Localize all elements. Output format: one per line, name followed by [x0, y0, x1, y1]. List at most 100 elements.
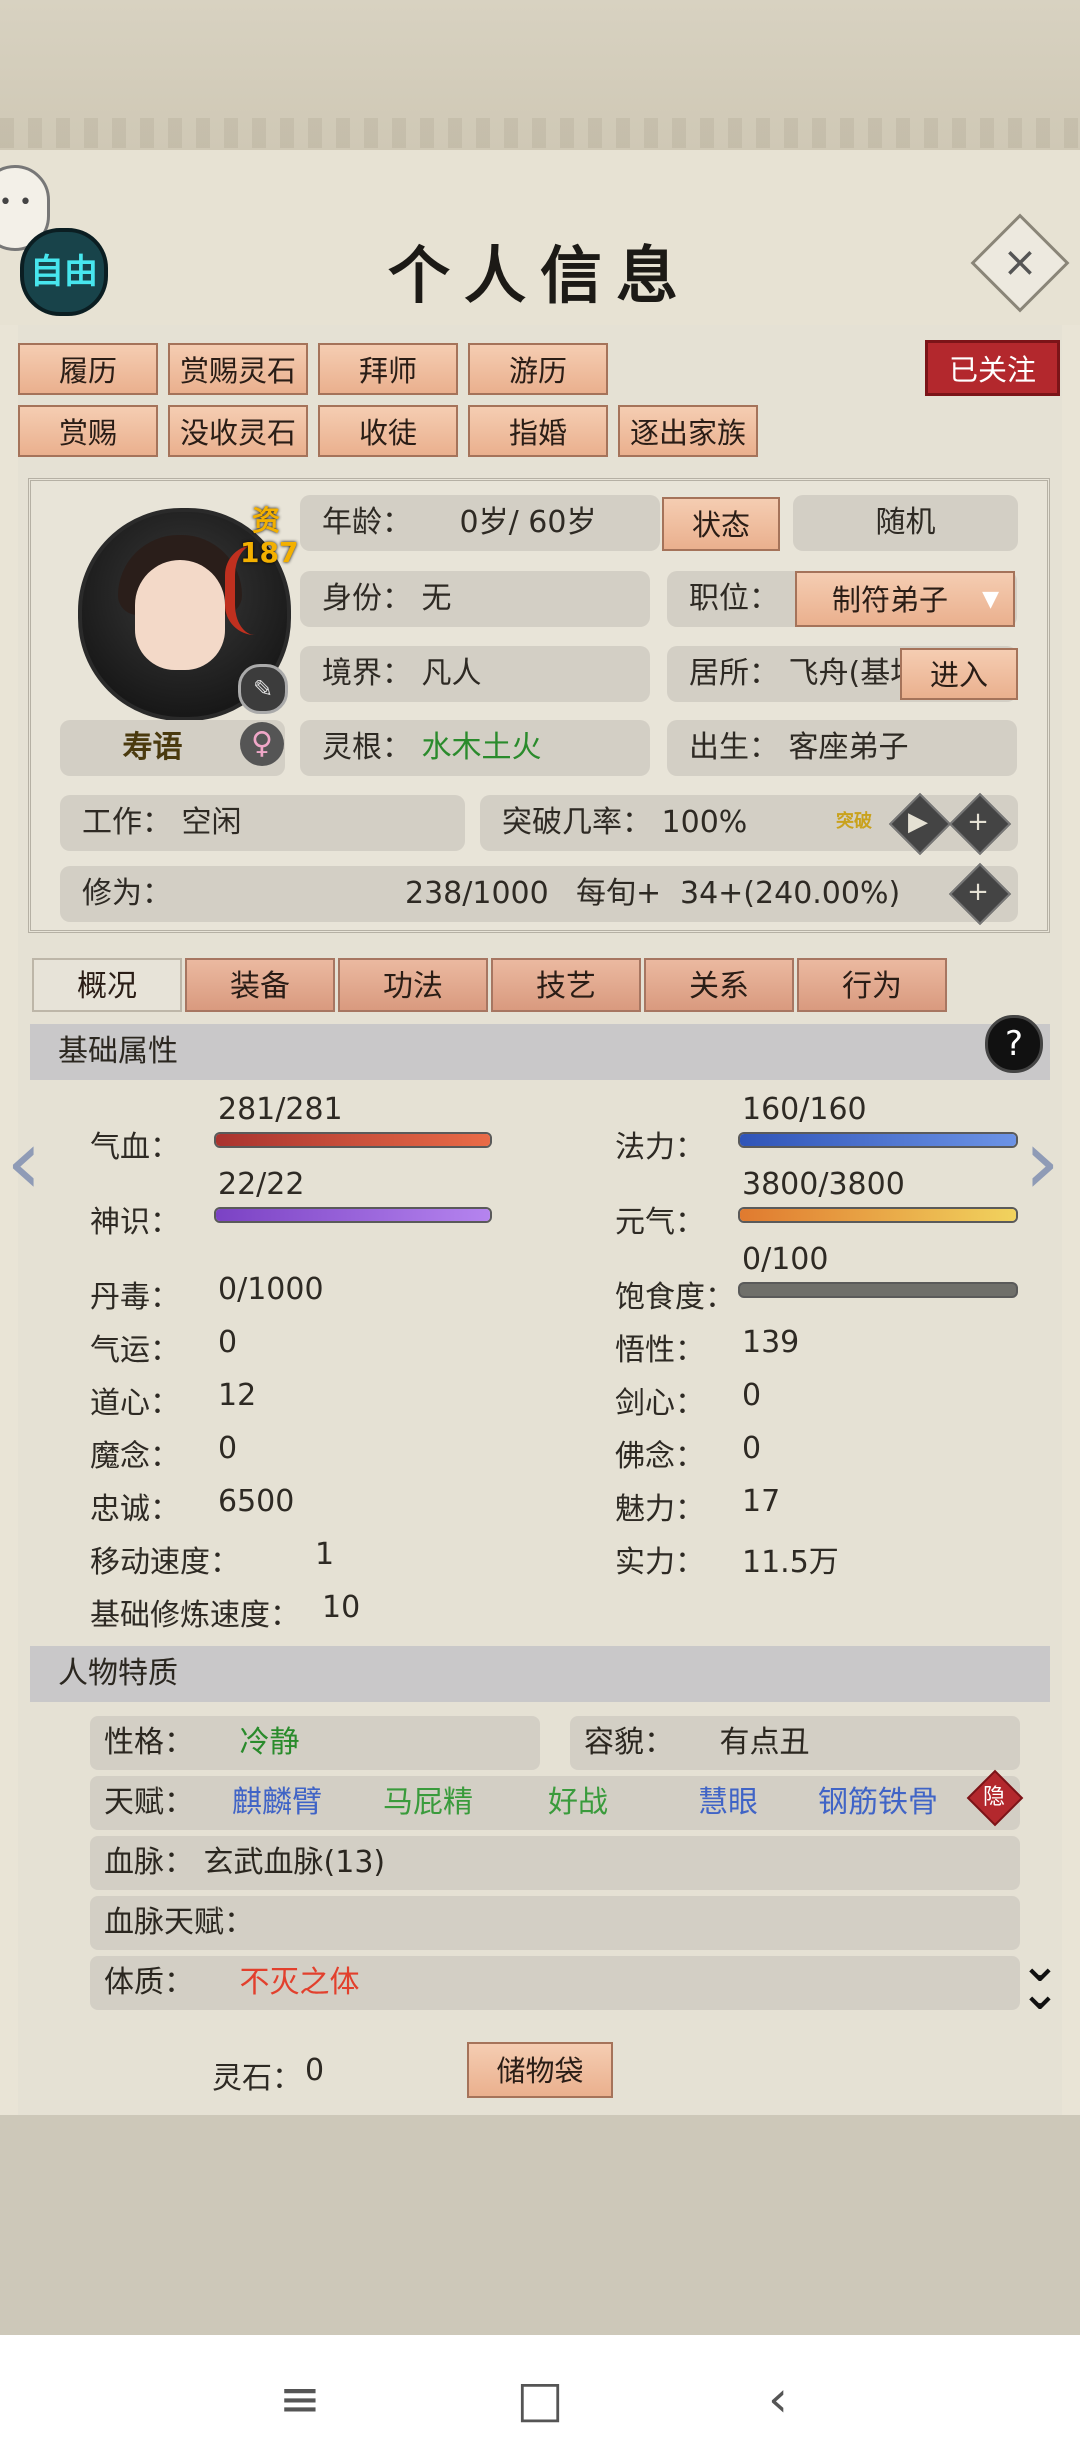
bloodline-talent-row: 血脉天赋：: [90, 1896, 1020, 1950]
sense-value: 22/22: [218, 1167, 305, 1202]
confiscate-stones-button[interactable]: 没收灵石: [168, 405, 308, 457]
status-button[interactable]: 状态: [662, 497, 780, 551]
breakthrough-value: 100%: [661, 805, 748, 840]
comprehension-value: 139: [742, 1325, 800, 1360]
prev-arrow-icon[interactable]: ‹: [6, 1110, 42, 1215]
per-turn-value: 34+(240.00%): [680, 876, 901, 911]
dao-heart-value: 12: [218, 1378, 257, 1413]
talent-steel-bones[interactable]: 钢筋铁骨: [818, 1776, 938, 1830]
buddha-thought-label: 佛念：: [615, 1439, 705, 1474]
birth-field: 出生： 客座弟子: [667, 720, 1017, 776]
pill-toxin-label: 丹毒：: [90, 1280, 180, 1315]
sense-bar-fill: [216, 1209, 490, 1221]
scroll-down-icon[interactable]: ⌄ ⌄: [1010, 1939, 1070, 2017]
looks-value: 有点丑: [719, 1725, 810, 1760]
position-select[interactable]: 制符弟子 ▼: [795, 571, 1015, 627]
spirit-root-field: 灵根： 水木土火: [300, 720, 650, 776]
traits-header: 人物特质: [30, 1646, 1050, 1702]
qi-label: 元气：: [615, 1205, 705, 1240]
enter-button[interactable]: 进入: [900, 648, 1018, 700]
position-value: 制符弟子: [831, 583, 948, 617]
spirit-stone-label: 灵石：: [212, 2061, 302, 2096]
reward-button[interactable]: 赏赐: [18, 405, 158, 457]
talent-keen-eye[interactable]: 慧眼: [698, 1776, 758, 1830]
realm-field: 境界： 凡人: [300, 646, 650, 702]
take-master-button[interactable]: 拜师: [318, 343, 458, 395]
birth-value: 客座弟子: [788, 730, 909, 765]
aptitude-label: 资: [251, 504, 280, 537]
tab-skills[interactable]: 技艺: [491, 958, 641, 1012]
sword-heart-value: 0: [742, 1378, 762, 1413]
talent-flatterer[interactable]: 马屁精: [383, 1776, 473, 1830]
demon-thought-label: 魔念：: [90, 1439, 180, 1474]
satiety-label: 饱食度：: [615, 1280, 735, 1315]
physique-row: 体质： 不灭之体: [90, 1956, 1020, 2010]
aptitude-indicator: 资 187: [240, 504, 298, 569]
base-cultivation-speed-value: 10: [322, 1590, 361, 1625]
personality-value: 冷静: [239, 1725, 300, 1760]
looks-label: 容貌：: [584, 1725, 674, 1760]
hp-label: 气血：: [90, 1130, 180, 1165]
comprehension-label: 悟性：: [615, 1333, 705, 1368]
sense-bar: [214, 1207, 492, 1223]
talent-qilin-arm[interactable]: 麒麟臂: [232, 1776, 322, 1830]
next-arrow-icon[interactable]: ›: [1024, 1110, 1060, 1215]
history-button[interactable]: 履历: [18, 343, 158, 395]
hp-bar-fill: [216, 1134, 490, 1146]
move-speed-value: 1: [315, 1537, 335, 1572]
hidden-badge-label[interactable]: 隐: [972, 1776, 1016, 1820]
top-decoration: [0, 0, 1080, 152]
expel-from-family-button[interactable]: 逐出家族: [618, 405, 758, 457]
page-title: 个人信息: [387, 239, 692, 312]
tab-relations[interactable]: 关系: [644, 958, 794, 1012]
home-icon[interactable]: □: [500, 2370, 580, 2428]
tab-behavior[interactable]: 行为: [797, 958, 947, 1012]
back-icon[interactable]: ‹: [738, 2370, 818, 2428]
charm-value: 17: [742, 1484, 781, 1519]
close-icon[interactable]: ×: [990, 232, 1050, 292]
realm-value: 凡人: [421, 656, 482, 691]
pen-icon[interactable]: ✎: [238, 664, 288, 714]
work-label: 工作：: [82, 805, 172, 840]
random-button[interactable]: 随机: [793, 495, 1018, 551]
age-field: 年龄： 0岁/ 60岁: [300, 495, 660, 551]
travel-button[interactable]: 游历: [468, 343, 608, 395]
plus-icon[interactable]: +: [956, 800, 1000, 844]
cultivation-plus-icon[interactable]: +: [956, 870, 1000, 914]
lifespan-label: 寿语: [122, 730, 183, 765]
loyalty-value: 6500: [218, 1484, 295, 1519]
qi-bar: [738, 1207, 1018, 1223]
spirit-root-value: 水木土火: [421, 730, 542, 765]
residence-label: 居所：: [689, 656, 779, 691]
looks-row: 容貌： 有点丑: [570, 1716, 1020, 1770]
demon-thought-value: 0: [218, 1431, 238, 1466]
hp-value: 281/281: [218, 1092, 343, 1127]
spirit-stone-value: 0: [305, 2053, 325, 2088]
help-icon[interactable]: ?: [985, 1015, 1043, 1073]
tab-overview[interactable]: 概况: [32, 958, 182, 1012]
menu-icon[interactable]: ≡: [260, 2370, 340, 2428]
luck-value: 0: [218, 1325, 238, 1360]
breakthrough-icon[interactable]: 突破: [828, 794, 880, 850]
birth-label: 出生：: [689, 730, 779, 765]
talent-warlike[interactable]: 好战: [548, 1776, 608, 1830]
loyalty-label: 忠诚：: [90, 1492, 180, 1527]
take-disciple-button[interactable]: 收徒: [318, 405, 458, 457]
follow-button[interactable]: 已关注: [925, 340, 1060, 396]
mana-bar: [738, 1132, 1018, 1148]
charm-label: 魅力：: [615, 1492, 705, 1527]
reward-stones-button[interactable]: 赏赐灵石: [168, 343, 308, 395]
bloodline-label: 血脉：: [104, 1845, 194, 1880]
per-turn-label: 每旬+: [576, 876, 662, 911]
qi-value: 3800/3800: [742, 1167, 905, 1202]
tab-equipment[interactable]: 装备: [185, 958, 335, 1012]
tab-techniques[interactable]: 功法: [338, 958, 488, 1012]
move-speed-label: 移动速度：: [90, 1545, 240, 1580]
cultivation-label: 修为：: [82, 876, 172, 911]
physique-label: 体质：: [104, 1965, 194, 2000]
play-icon[interactable]: ▶: [896, 800, 940, 844]
arrange-marriage-button[interactable]: 指婚: [468, 405, 608, 457]
chevron-down-icon: ▼: [982, 587, 999, 612]
storage-bag-button[interactable]: 储物袋: [467, 2042, 613, 2098]
basic-attributes-header: 基础属性: [30, 1024, 1050, 1080]
